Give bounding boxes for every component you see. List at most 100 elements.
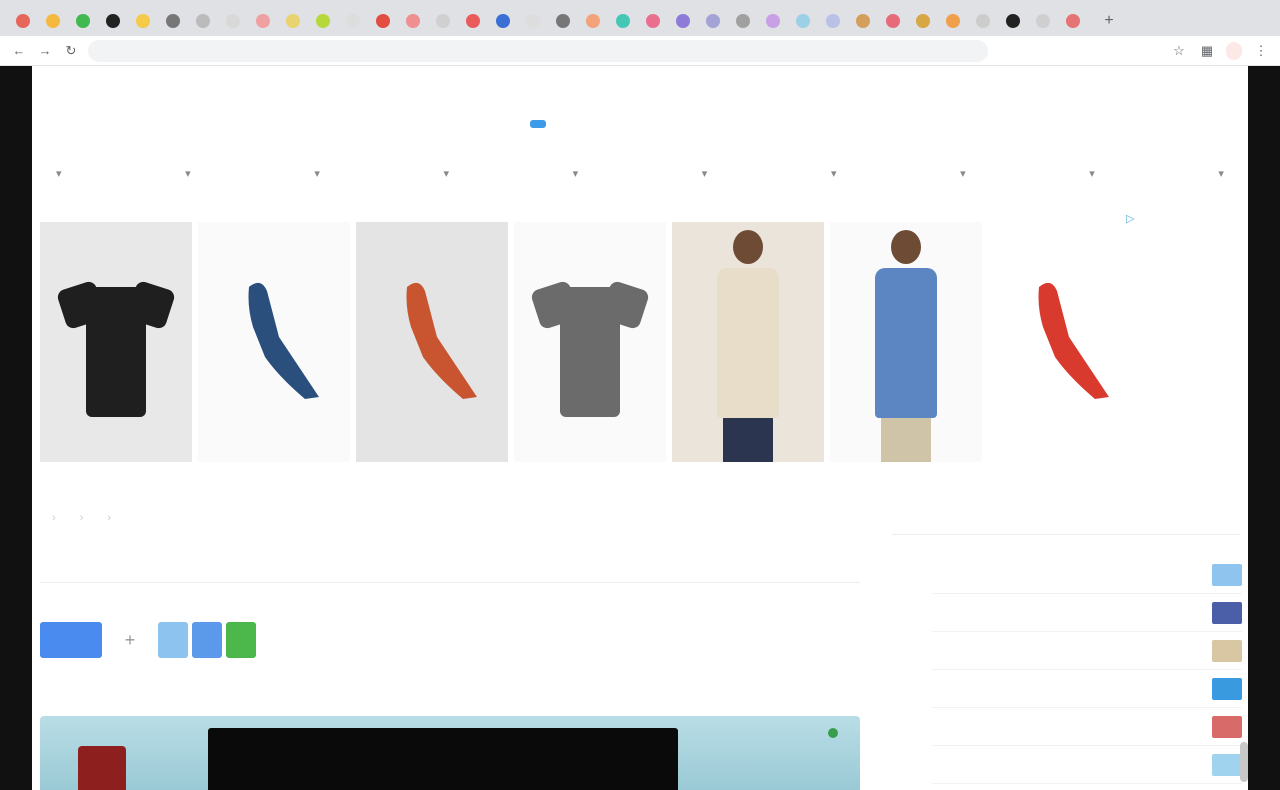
tab-strip: + (0, 0, 1280, 36)
sidebar-list-item[interactable] (932, 632, 1242, 670)
browser-tab[interactable] (548, 8, 578, 34)
site-logo[interactable] (526, 104, 546, 144)
browser-tab[interactable] (818, 8, 848, 34)
tab-favicon-icon (256, 14, 270, 28)
breadcrumb-separator-icon: › (107, 512, 112, 524)
nav-item[interactable] (56, 167, 62, 180)
nav-item[interactable] (702, 167, 708, 180)
browser-tab[interactable] (8, 8, 38, 34)
nav-item[interactable] (443, 167, 449, 180)
sidebar-list-item[interactable] (932, 670, 1242, 708)
browser-tab[interactable] (368, 8, 398, 34)
facebook-share-button[interactable] (40, 622, 102, 658)
browser-tab[interactable] (338, 8, 368, 34)
sidebar-item-thumbnail (1212, 677, 1242, 700)
nav-item[interactable] (314, 167, 320, 180)
right-window-edge (1248, 66, 1280, 790)
sidebar-list-item[interactable] (932, 594, 1242, 632)
browser-tab[interactable] (1058, 8, 1088, 34)
extensions-icon[interactable]: ▦ (1198, 42, 1216, 60)
nav-item[interactable] (960, 167, 966, 180)
browser-tab[interactable] (728, 8, 758, 34)
ad-product-person[interactable] (672, 222, 824, 462)
ad-product-bird[interactable] (356, 222, 508, 462)
share-icon[interactable] (226, 622, 256, 658)
browser-tab[interactable] (398, 8, 428, 34)
browser-tab[interactable] (848, 8, 878, 34)
browser-tab[interactable] (458, 8, 488, 34)
browser-tab[interactable] (128, 8, 158, 34)
menu-icon[interactable]: ⋮ (1252, 42, 1270, 60)
tab-favicon-icon (646, 14, 660, 28)
forward-icon[interactable]: → (36, 42, 54, 60)
browser-tab[interactable] (758, 8, 788, 34)
browser-tab[interactable] (188, 8, 218, 34)
browser-tab[interactable] (488, 8, 518, 34)
reload-icon[interactable]: ↻ (62, 42, 80, 60)
nav-item[interactable] (1089, 167, 1095, 180)
browser-tab[interactable] (638, 8, 668, 34)
title-divider (40, 582, 860, 583)
nav-item[interactable] (185, 167, 191, 180)
address-bar[interactable] (88, 39, 988, 62)
video-screen[interactable] (208, 728, 678, 790)
tab-favicon-icon (106, 14, 120, 28)
browser-tab[interactable] (1028, 8, 1058, 34)
ad-choices-icon[interactable]: ▷ (1126, 212, 1148, 230)
sidebar-list-item[interactable] (932, 556, 1242, 594)
browser-tab[interactable] (668, 8, 698, 34)
share-icon[interactable] (192, 622, 222, 658)
browser-tab[interactable] (248, 8, 278, 34)
sidebar-list-item[interactable] (932, 708, 1242, 746)
nav-item[interactable] (573, 167, 579, 180)
page-scrollbar[interactable] (1240, 742, 1248, 782)
banner-ad[interactable] (40, 222, 1148, 472)
ad-product-bird[interactable] (198, 222, 350, 462)
browser-tab[interactable] (578, 8, 608, 34)
browser-tab[interactable] (38, 8, 68, 34)
embedded-video[interactable] (40, 716, 860, 790)
browser-tab[interactable] (68, 8, 98, 34)
sidebar-list (932, 556, 1242, 784)
browser-tab[interactable] (938, 8, 968, 34)
browser-tab[interactable] (98, 8, 128, 34)
tab-favicon-icon (46, 14, 60, 28)
browser-tab[interactable] (968, 8, 998, 34)
nav-item[interactable] (831, 167, 837, 180)
browser-tab[interactable] (788, 8, 818, 34)
browser-tab[interactable] (428, 8, 458, 34)
tab-favicon-icon (226, 14, 240, 28)
sidebar-list-item[interactable] (932, 746, 1242, 784)
ad-product-person[interactable] (830, 222, 982, 462)
model-image (703, 222, 793, 462)
ad-product-shirt[interactable] (40, 222, 192, 462)
tab-favicon-icon (676, 14, 690, 28)
profile-chip[interactable] (1226, 41, 1242, 60)
nav-item[interactable] (1218, 167, 1224, 180)
browser-tab[interactable] (998, 8, 1028, 34)
browser-tab[interactable] (878, 8, 908, 34)
tab-favicon-icon (196, 14, 210, 28)
browser-tab[interactable] (278, 8, 308, 34)
browser-tab[interactable] (158, 8, 188, 34)
ad-product-shirt[interactable] (514, 222, 666, 462)
browser-tab[interactable] (698, 8, 728, 34)
browser-tab[interactable] (608, 8, 638, 34)
tab-favicon-icon (436, 14, 450, 28)
browser-tab[interactable] (308, 8, 338, 34)
new-tab-button[interactable]: + (1096, 10, 1122, 32)
tab-favicon-icon (526, 14, 540, 28)
tab-favicon-icon (1036, 14, 1050, 28)
tshirt-image (529, 267, 651, 417)
browser-tab[interactable] (908, 8, 938, 34)
share-plus-icon[interactable]: + (112, 630, 148, 651)
back-icon[interactable]: ← (10, 42, 28, 60)
browser-tab[interactable] (218, 8, 248, 34)
bookmark-star-icon[interactable]: ☆ (1170, 42, 1188, 60)
breadcrumb-separator-icon: › (79, 512, 84, 524)
browser-tab[interactable] (518, 8, 548, 34)
ad-product-bird[interactable] (988, 222, 1140, 462)
tab-favicon-icon (1066, 14, 1080, 28)
video-status-dot (828, 728, 838, 738)
share-icon[interactable] (158, 622, 188, 658)
